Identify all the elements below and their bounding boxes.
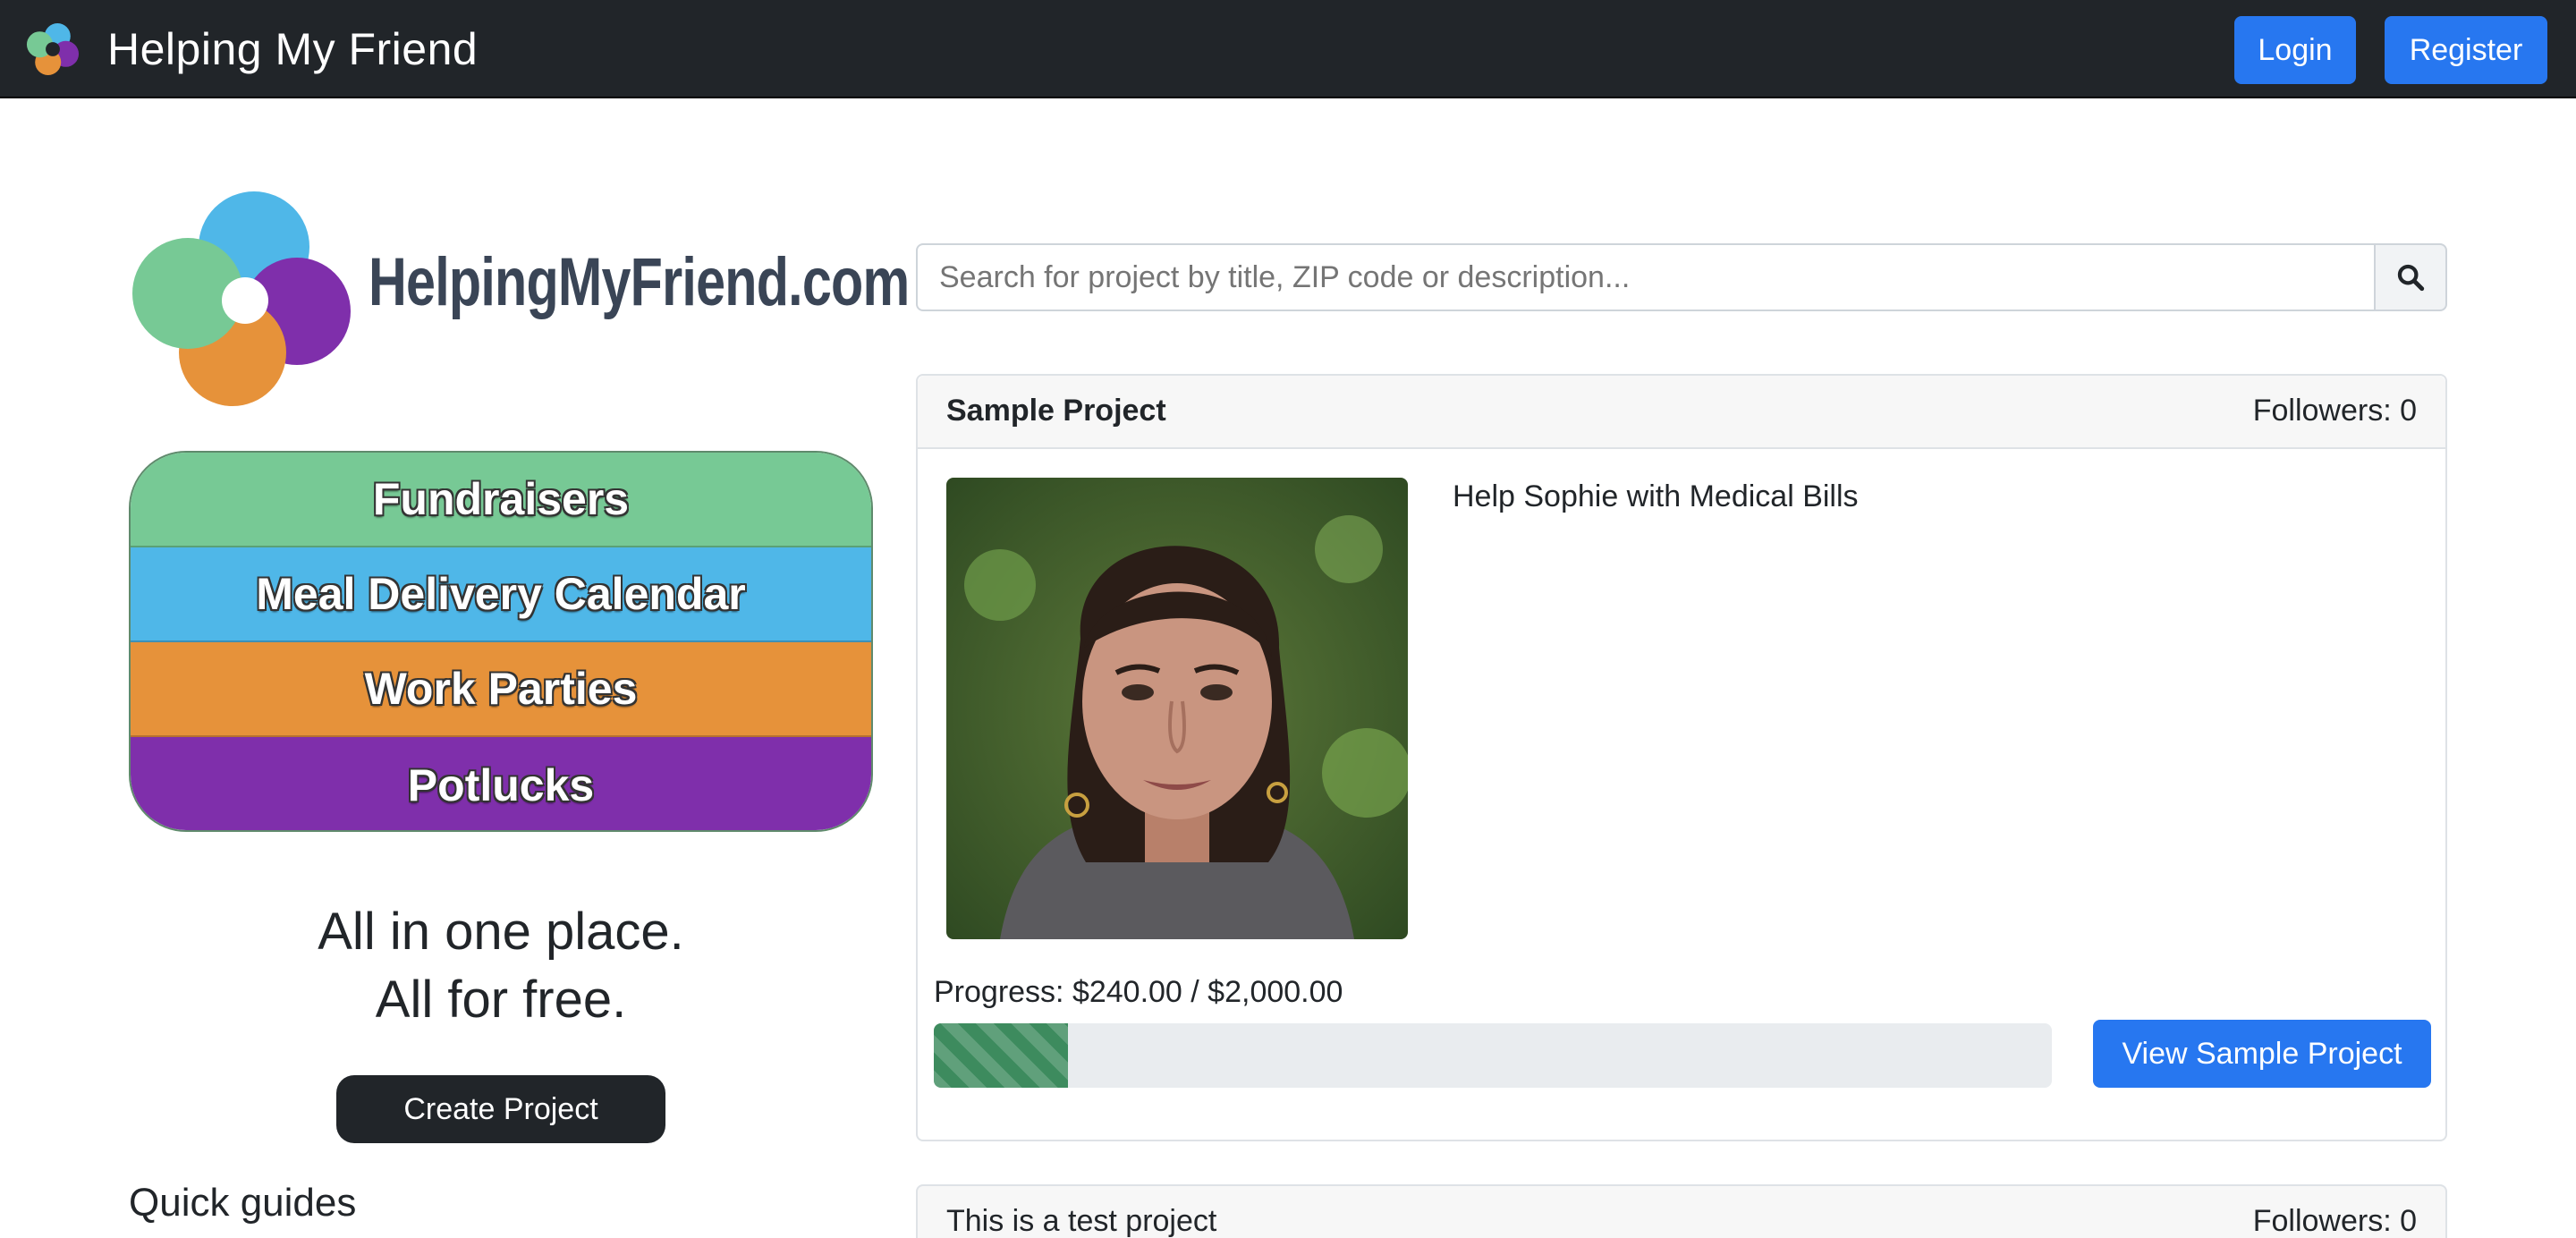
quick-guides-heading: Quick guides xyxy=(129,1181,357,1225)
site-logo-text: HelpingMyFriend.com xyxy=(369,244,910,320)
login-button[interactable]: Login xyxy=(2234,16,2356,84)
brand-logo-icon[interactable] xyxy=(23,20,82,79)
search-input[interactable] xyxy=(916,243,2376,311)
progress-bar-fill xyxy=(934,1023,1068,1088)
project-card-header: Sample Project Followers: 0 xyxy=(918,376,2445,449)
tagline-line-1: All in one place. xyxy=(318,903,684,961)
project-title-2[interactable]: This is a test project xyxy=(946,1204,1216,1238)
register-button[interactable]: Register xyxy=(2385,16,2547,84)
followers-count: Followers: 0 xyxy=(2252,394,2417,428)
search-button[interactable] xyxy=(2374,243,2447,311)
project-description: Help Sophie with Medical Bills xyxy=(1453,479,1859,513)
site-logo-icon xyxy=(132,191,351,406)
category-fundraisers[interactable]: Fundraisers xyxy=(131,453,871,547)
brand-name[interactable]: Helping My Friend xyxy=(107,20,478,79)
category-menu: Fundraisers Meal Delivery Calendar Work … xyxy=(129,451,873,832)
progress-label: Progress: $240.00 / $2,000.00 xyxy=(934,975,1343,1009)
tagline: All in one place. All for free. xyxy=(129,898,873,1034)
followers-count-2: Followers: 0 xyxy=(2252,1204,2417,1238)
project-card-2-header: This is a test project Followers: 0 xyxy=(916,1184,2447,1238)
category-work-parties[interactable]: Work Parties xyxy=(131,642,871,737)
project-photo[interactable] xyxy=(946,478,1408,939)
category-meal-delivery-calendar[interactable]: Meal Delivery Calendar xyxy=(131,547,871,642)
category-potlucks[interactable]: Potlucks xyxy=(131,737,871,830)
create-project-button[interactable]: Create Project xyxy=(336,1075,665,1143)
view-sample-project-button[interactable]: View Sample Project xyxy=(2093,1020,2431,1088)
project-title[interactable]: Sample Project xyxy=(946,394,1166,428)
search-icon xyxy=(2397,264,2425,292)
project-card: Sample Project Followers: 0 Help Sophie … xyxy=(916,374,2447,1141)
progress-bar xyxy=(934,1023,2052,1088)
tagline-line-2: All for free. xyxy=(375,971,627,1029)
navbar: Helping My Friend Login Register xyxy=(0,0,2576,98)
